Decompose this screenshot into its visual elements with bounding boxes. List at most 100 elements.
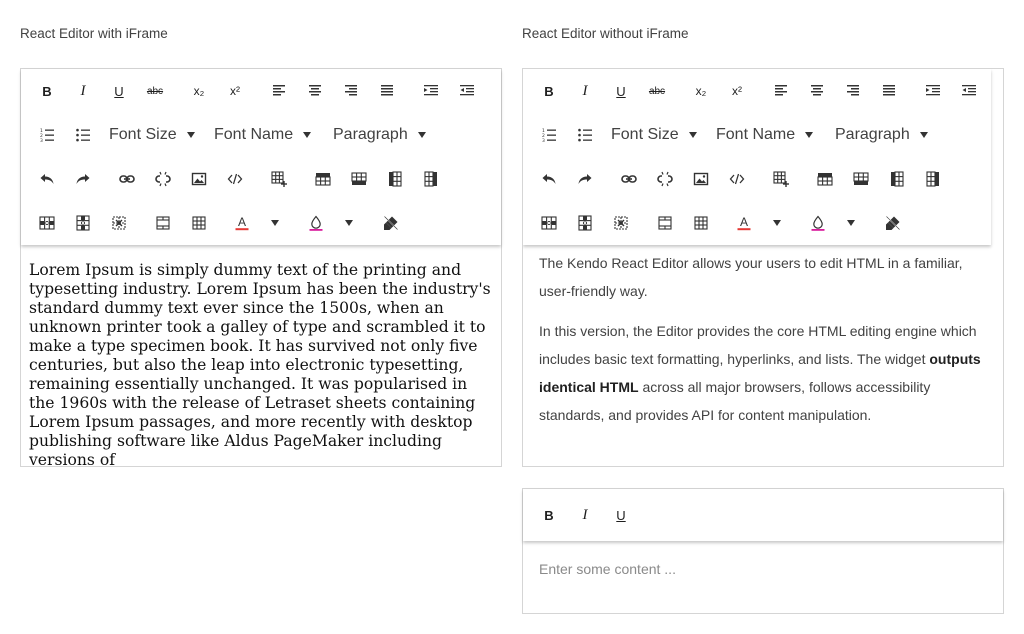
indent-button[interactable] bbox=[417, 77, 445, 105]
small-editor-content[interactable]: Enter some content ... bbox=[523, 541, 1003, 597]
align-left-button[interactable] bbox=[265, 77, 293, 105]
background-color-button[interactable] bbox=[804, 209, 832, 237]
italic-button[interactable]: I bbox=[571, 501, 599, 529]
delete-column-button[interactable] bbox=[571, 209, 599, 237]
split-cell-button[interactable] bbox=[687, 209, 715, 237]
align-left-button[interactable] bbox=[767, 77, 795, 105]
font-name-dropdown[interactable]: Font Name bbox=[214, 121, 312, 149]
bold-button[interactable]: B bbox=[535, 501, 563, 529]
format-block-dropdown[interactable]: Paragraph bbox=[333, 121, 426, 149]
iframe-content-area[interactable]: Lorem Ipsum is simply dummy text of the … bbox=[21, 257, 501, 466]
toolbar-row: Font Size Font Name Paragraph bbox=[523, 113, 991, 157]
add-column-before-button[interactable] bbox=[883, 165, 911, 193]
align-center-button[interactable] bbox=[803, 77, 831, 105]
insert-table-icon bbox=[773, 171, 789, 187]
superscript-button[interactable]: x² bbox=[723, 77, 751, 105]
add-column-after-button[interactable] bbox=[417, 165, 445, 193]
redo-button[interactable] bbox=[571, 165, 599, 193]
format-block-dropdown[interactable]: Paragraph bbox=[835, 121, 928, 149]
redo-button[interactable] bbox=[69, 165, 97, 193]
div-editor-title: React Editor without iFrame bbox=[522, 26, 689, 41]
split-cell-button[interactable] bbox=[185, 209, 213, 237]
strikethrough-button[interactable]: abc bbox=[643, 77, 671, 105]
merge-cells-button[interactable] bbox=[651, 209, 679, 237]
add-row-below-button[interactable] bbox=[345, 165, 373, 193]
add-row-above-button[interactable] bbox=[811, 165, 839, 193]
clean-formatting-button[interactable] bbox=[879, 209, 907, 237]
align-left-icon bbox=[773, 83, 789, 99]
merge-cells-button[interactable] bbox=[149, 209, 177, 237]
underline-button[interactable]: U bbox=[105, 77, 133, 105]
unlink-button[interactable] bbox=[651, 165, 679, 193]
add-row-above-button[interactable] bbox=[309, 165, 337, 193]
add-row-below-button[interactable] bbox=[847, 165, 875, 193]
div-content-area[interactable]: The Kendo React Editor allows your users… bbox=[523, 245, 1003, 441]
indent-button[interactable] bbox=[919, 77, 947, 105]
align-center-button[interactable] bbox=[301, 77, 329, 105]
add-column-before-button[interactable] bbox=[381, 165, 409, 193]
font-name-label: Font Name bbox=[716, 126, 796, 143]
small-editor-toolbar: B I U bbox=[523, 489, 1003, 541]
insert-table-button[interactable] bbox=[767, 165, 795, 193]
bold-button[interactable]: B bbox=[33, 77, 61, 105]
unordered-list-button[interactable] bbox=[571, 121, 599, 149]
align-right-button[interactable] bbox=[337, 77, 365, 105]
font-size-dropdown[interactable]: Font Size bbox=[611, 121, 697, 149]
delete-column-button[interactable] bbox=[69, 209, 97, 237]
undo-button[interactable] bbox=[535, 165, 563, 193]
align-right-button[interactable] bbox=[839, 77, 867, 105]
link-button[interactable] bbox=[615, 165, 643, 193]
unlink-button[interactable] bbox=[149, 165, 177, 193]
strikethrough-button[interactable]: abc bbox=[141, 77, 169, 105]
format-block-label: Paragraph bbox=[835, 126, 910, 143]
small-editor: B I U Enter some content ... bbox=[522, 488, 1004, 614]
clean-formatting-icon bbox=[885, 215, 901, 231]
subscript-button[interactable]: x₂ bbox=[185, 77, 213, 105]
bold-button[interactable]: B bbox=[535, 77, 563, 105]
chevron-down-icon bbox=[345, 220, 353, 226]
align-right-icon bbox=[845, 83, 861, 99]
ordered-list-button[interactable] bbox=[33, 121, 61, 149]
subscript-button[interactable]: x₂ bbox=[687, 77, 715, 105]
foreground-color-button[interactable] bbox=[228, 209, 256, 237]
undo-button[interactable] bbox=[33, 165, 61, 193]
insert-image-button[interactable] bbox=[687, 165, 715, 193]
background-color-button[interactable] bbox=[302, 209, 330, 237]
foreground-color-button[interactable] bbox=[730, 209, 758, 237]
link-button[interactable] bbox=[113, 165, 141, 193]
foreground-color-dropdown[interactable] bbox=[769, 209, 785, 237]
align-right-icon bbox=[343, 83, 359, 99]
italic-button[interactable]: I bbox=[69, 77, 97, 105]
delete-table-button[interactable] bbox=[607, 209, 635, 237]
toolbar-row: Font Size Font Name Paragraph bbox=[21, 113, 501, 157]
align-justify-button[interactable] bbox=[373, 77, 401, 105]
delete-table-button[interactable] bbox=[105, 209, 133, 237]
align-justify-icon bbox=[881, 83, 897, 99]
clean-formatting-button[interactable] bbox=[377, 209, 405, 237]
insert-image-button[interactable] bbox=[185, 165, 213, 193]
ordered-list-button[interactable] bbox=[535, 121, 563, 149]
chevron-down-icon bbox=[773, 220, 781, 226]
outdent-button[interactable] bbox=[453, 77, 481, 105]
delete-row-button[interactable] bbox=[33, 209, 61, 237]
unordered-list-button[interactable] bbox=[69, 121, 97, 149]
view-html-button[interactable] bbox=[221, 165, 249, 193]
font-size-dropdown[interactable]: Font Size bbox=[109, 121, 195, 149]
insert-table-button[interactable] bbox=[265, 165, 293, 193]
italic-button[interactable]: I bbox=[571, 77, 599, 105]
underline-button[interactable]: U bbox=[607, 501, 635, 529]
delete-row-button[interactable] bbox=[535, 209, 563, 237]
chevron-down-icon bbox=[847, 220, 855, 226]
delete-column-icon bbox=[577, 215, 593, 231]
add-column-after-button[interactable] bbox=[919, 165, 947, 193]
font-name-dropdown[interactable]: Font Name bbox=[716, 121, 814, 149]
view-html-button[interactable] bbox=[723, 165, 751, 193]
background-color-dropdown[interactable] bbox=[341, 209, 357, 237]
underline-button[interactable]: U bbox=[607, 77, 635, 105]
align-justify-button[interactable] bbox=[875, 77, 903, 105]
superscript-button[interactable]: x² bbox=[221, 77, 249, 105]
foreground-color-dropdown[interactable] bbox=[267, 209, 283, 237]
outdent-button[interactable] bbox=[955, 77, 983, 105]
background-color-dropdown[interactable] bbox=[843, 209, 859, 237]
add-row-above-icon bbox=[817, 171, 833, 187]
